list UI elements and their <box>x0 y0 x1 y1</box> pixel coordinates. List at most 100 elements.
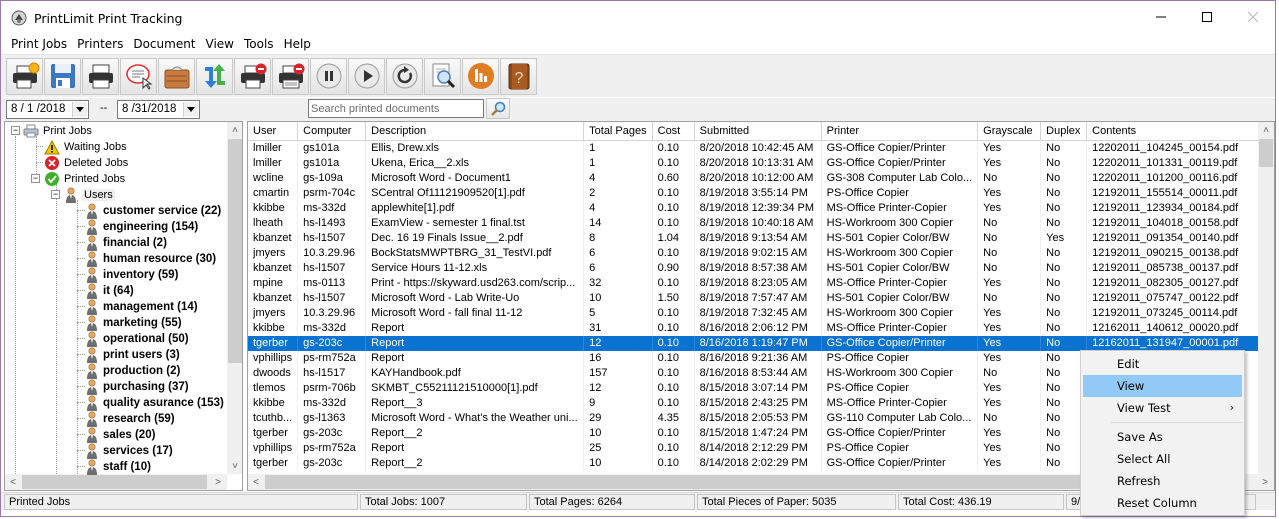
delete-all-button[interactable] <box>272 57 309 95</box>
chevron-down-icon[interactable] <box>183 102 198 117</box>
scroll-up-icon[interactable]: ˄ <box>227 122 242 138</box>
context-menu-view[interactable]: View <box>1083 375 1242 397</box>
column-header-user[interactable]: User <box>248 122 299 141</box>
column-header-computer[interactable]: Computer <box>297 122 367 141</box>
tree-item-group[interactable]: staff (10) <box>85 458 151 475</box>
table-row[interactable]: jmyers 10.3.29.96 BockStatsMWPTBRG_31_Test… <box>248 245 1268 261</box>
column-header-submitted[interactable]: Submitted <box>694 122 822 141</box>
tree-item-group[interactable]: production (2) <box>85 362 180 379</box>
table-row[interactable]: lheath hs-l1493 ExamView - semester 1 fina… <box>248 215 1268 231</box>
column-header-duplex[interactable]: Duplex <box>1040 122 1088 141</box>
scroll-down-icon[interactable]: ˅ <box>227 458 242 474</box>
table-row[interactable]: kkibbe ms-332d Report 31 0.10 8/16/2018 2:06:… <box>248 320 1268 336</box>
table-row[interactable]: wcline gs-109a Microsoft Word - Document1 4… <box>248 170 1268 186</box>
tree-item-group[interactable]: customer service (22) <box>85 202 221 219</box>
refresh-button[interactable] <box>196 57 233 95</box>
grid-vertical-scrollbar[interactable]: ˄ <box>1258 122 1274 474</box>
tree-item-group[interactable]: it (64) <box>85 282 134 299</box>
tree-item-group[interactable]: print users (3) <box>85 346 180 363</box>
tree-item-group[interactable]: quality asurance (153) <box>85 394 224 411</box>
tree-item-group[interactable]: operational (50) <box>85 330 189 347</box>
column-header-total-pages[interactable]: Total Pages <box>583 122 653 141</box>
column-header-grayscale[interactable]: Grayscale <box>977 122 1042 141</box>
context-menu-save-as[interactable]: Save As <box>1083 426 1242 448</box>
print-button[interactable] <box>82 57 119 95</box>
delete-job-button[interactable] <box>234 57 271 95</box>
tree-horizontal-scrollbar[interactable]: < > <box>5 474 227 490</box>
column-header-printer[interactable]: Printer <box>821 122 979 141</box>
scroll-left-icon[interactable]: < <box>5 474 21 490</box>
tree-item-deleted-jobs[interactable]: Deleted Jobs <box>44 155 128 171</box>
menu-document[interactable]: Document <box>128 34 200 54</box>
tree-item-group[interactable]: human resource (30) <box>85 250 216 267</box>
pause-button[interactable] <box>310 57 347 95</box>
restart-button[interactable] <box>386 57 423 95</box>
save-button[interactable] <box>44 57 81 95</box>
tree-item-group[interactable]: financial (2) <box>85 234 167 251</box>
tree-item-group[interactable]: engineering (154) <box>85 218 198 235</box>
comment-button[interactable] <box>120 57 157 95</box>
tree-item-group[interactable]: purchasing (37) <box>85 378 189 395</box>
date-to-picker[interactable]: 8 /31/2018 <box>117 100 200 119</box>
tree-item-group[interactable]: management (14) <box>85 298 198 315</box>
context-menu-refresh[interactable]: Refresh <box>1083 470 1242 492</box>
context-menu-select-all[interactable]: Select All <box>1083 448 1242 470</box>
tree-item-users[interactable]: Users <box>64 186 115 203</box>
collapse-printed-jobs-icon[interactable]: − <box>31 174 40 183</box>
tree-item-waiting-jobs[interactable]: Waiting Jobs <box>44 139 127 155</box>
column-header-cost[interactable]: Cost <box>652 122 695 141</box>
table-row[interactable]: mpine ms-0113 Print - https://skyward.usd2… <box>248 275 1268 291</box>
date-from-picker[interactable]: 8 / 1 /2018 <box>6 100 89 119</box>
context-menu-view-test[interactable]: View Test › <box>1083 397 1242 419</box>
column-header-description[interactable]: Description <box>365 122 585 141</box>
chevron-down-icon[interactable] <box>72 102 87 117</box>
collapse-users-icon[interactable]: − <box>51 190 60 199</box>
tree-hscroll-thumb[interactable] <box>22 475 207 489</box>
context-menu: Edit View View Test › Save As Select All Refre… <box>1080 350 1245 516</box>
tree-item-group[interactable]: inventory (59) <box>85 266 178 283</box>
table-row[interactable]: tgerber gs-203c Report 12 0.10 8/16/2018 1:19… <box>248 335 1268 351</box>
tree-vertical-scrollbar[interactable]: ˄ ˅ <box>227 122 242 474</box>
table-row[interactable]: lmiller gs101a Ellis, Drew.xls 1 0.10 8/20/20… <box>248 140 1268 156</box>
scroll-right-icon[interactable]: > <box>1257 474 1273 490</box>
table-row[interactable]: lmiller gs101a Ukena, Erica__2.xls 1 0.10 8/2… <box>248 155 1268 171</box>
tree-item-printed-jobs[interactable]: Printed Jobs <box>44 171 125 187</box>
scroll-up-icon[interactable]: ˄ <box>1258 122 1274 138</box>
grid-vscroll-thumb[interactable] <box>1259 139 1273 167</box>
tree-item-group[interactable]: research (59) <box>85 410 175 427</box>
tree-item-print-jobs[interactable]: Print Jobs <box>23 123 92 139</box>
resume-button[interactable] <box>348 57 385 95</box>
tree-item-group[interactable]: sales (20) <box>85 426 155 443</box>
table-row[interactable]: jmyers 10.3.29.96 Microsoft Word - fall fi… <box>248 305 1268 321</box>
minimize-button[interactable] <box>1138 1 1184 33</box>
grid-hscroll-thumb[interactable] <box>265 475 1085 489</box>
close-button[interactable] <box>1230 1 1276 33</box>
table-row[interactable]: kbanzet hs-l1507 Service Hours 11-12.xls 6 0… <box>248 260 1268 276</box>
add-printer-button[interactable] <box>6 57 43 95</box>
table-row[interactable]: kbanzet hs-l1507 Dec. 16 19 Finals Issue__… <box>248 230 1268 246</box>
table-row[interactable]: kkibbe ms-332d applewhite[1].pdf 4 0.10 8/19/… <box>248 200 1268 216</box>
reports-button[interactable] <box>462 57 499 95</box>
context-menu-edit[interactable]: Edit <box>1083 353 1242 375</box>
archive-button[interactable] <box>158 57 195 95</box>
menu-tools[interactable]: Tools <box>239 34 279 54</box>
column-header-contents[interactable]: Contents <box>1086 122 1268 141</box>
menu-printers[interactable]: Printers <box>72 34 128 54</box>
scroll-right-icon[interactable]: > <box>210 474 226 490</box>
menu-help[interactable]: Help <box>279 34 316 54</box>
search-button[interactable] <box>486 98 510 119</box>
context-menu-reset-column[interactable]: Reset Column <box>1083 492 1242 514</box>
tree-item-group[interactable]: marketing (55) <box>85 314 182 331</box>
tree-vscroll-thumb[interactable] <box>228 139 242 363</box>
table-row[interactable]: cmartin psrm-704c SCentral Of11121909520[1… <box>248 185 1268 201</box>
search-input[interactable] <box>308 99 484 118</box>
table-row[interactable]: kbanzet hs-l1507 Microsoft Word - Lab Writ… <box>248 290 1268 306</box>
maximize-button[interactable] <box>1184 1 1230 33</box>
scroll-left-icon[interactable]: < <box>248 474 264 490</box>
menu-view[interactable]: View <box>201 34 239 54</box>
tree-item-group[interactable]: services (17) <box>85 442 173 459</box>
preview-button[interactable] <box>424 57 461 95</box>
menu-print-jobs[interactable]: Print Jobs <box>6 34 72 54</box>
help-button[interactable]: ? <box>500 57 537 95</box>
collapse-print-jobs-icon[interactable]: − <box>11 126 20 135</box>
